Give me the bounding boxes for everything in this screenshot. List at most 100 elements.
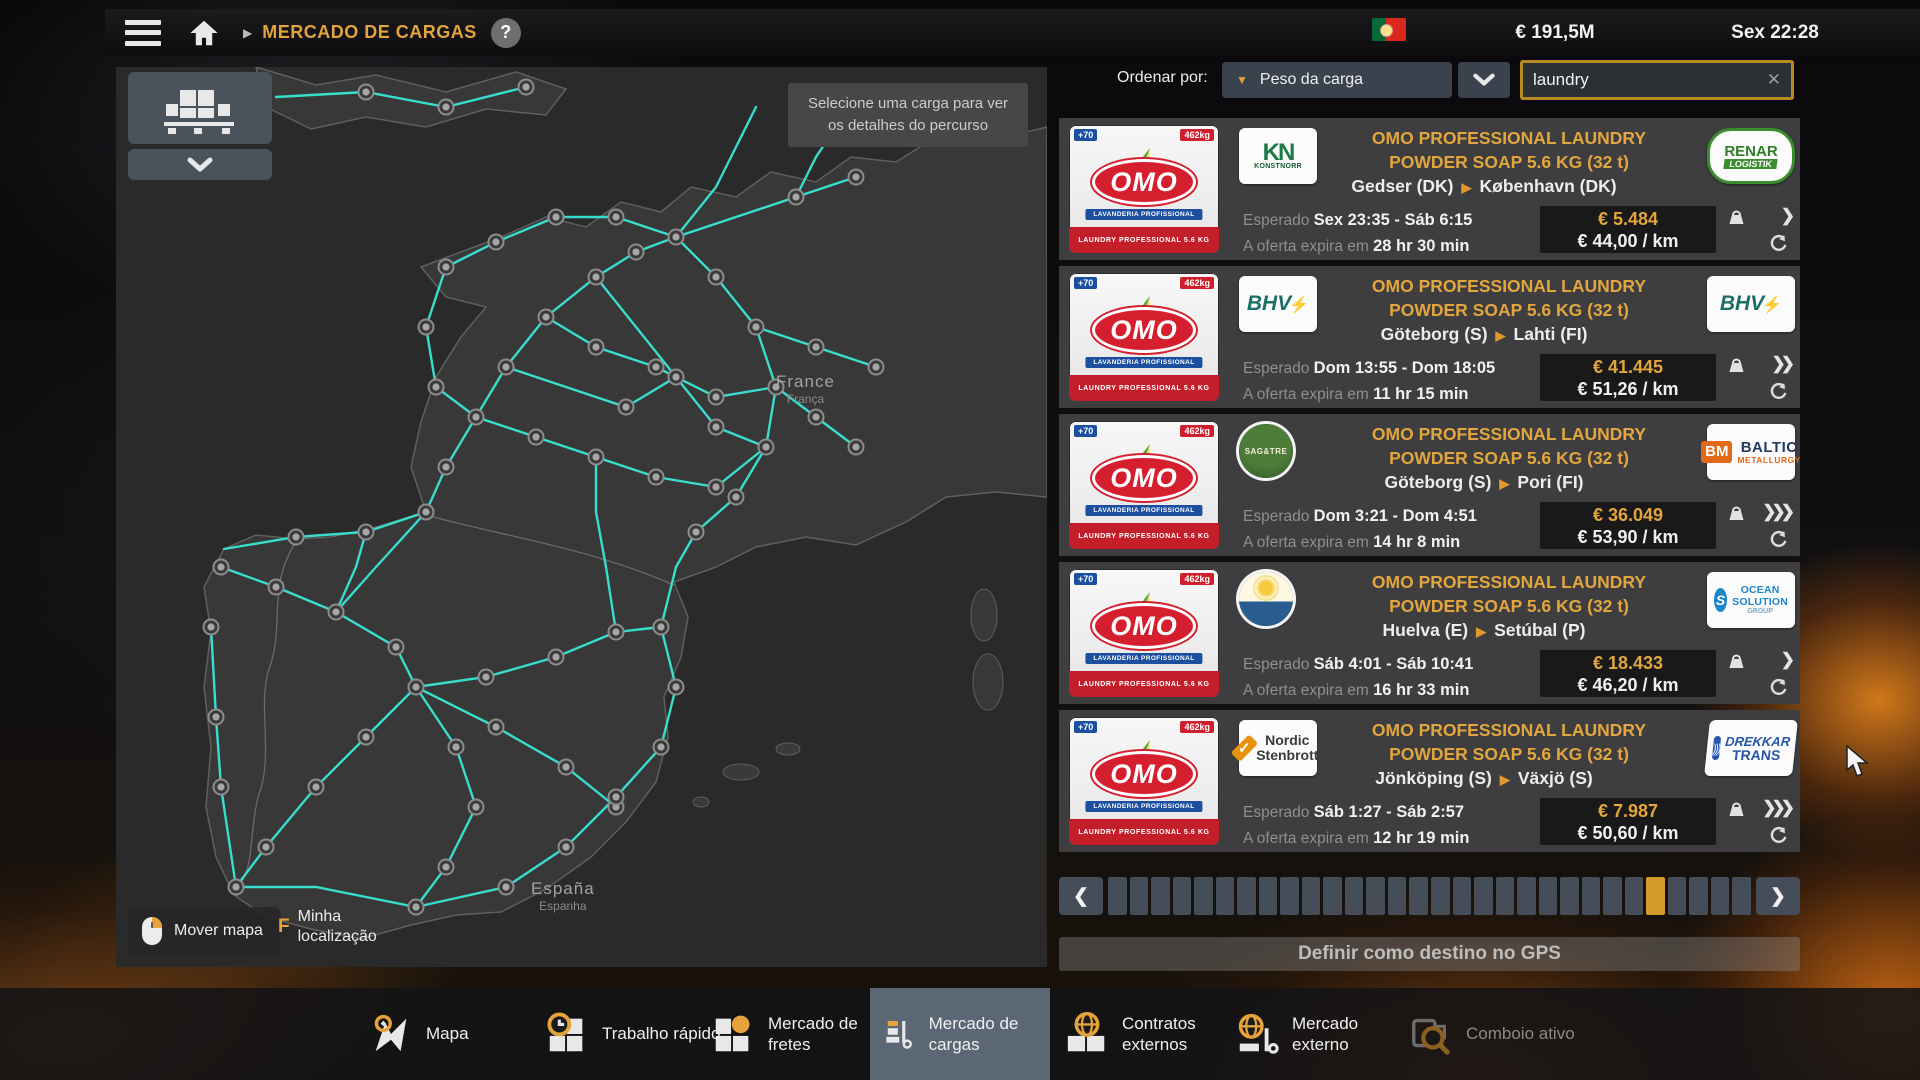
- page-segment[interactable]: [1237, 877, 1256, 915]
- page-title: MERCADO DE CARGAS: [262, 22, 477, 43]
- omo-logo: OMO: [1092, 159, 1196, 205]
- urgency-chevrons-icon: ❯: [1746, 206, 1790, 226]
- cargo-price-per-km: € 44,00 / km: [1540, 231, 1716, 253]
- search-input[interactable]: [1523, 70, 1767, 90]
- page-segment[interactable]: [1323, 877, 1342, 915]
- page-segment[interactable]: [1130, 877, 1149, 915]
- page-segment[interactable]: [1560, 877, 1579, 915]
- page-segment[interactable]: [1173, 877, 1192, 915]
- page-segment[interactable]: [1668, 877, 1687, 915]
- page-segments[interactable]: [1108, 877, 1751, 915]
- sort-expand-button[interactable]: [1458, 62, 1510, 98]
- page-segment-active[interactable]: [1646, 877, 1665, 915]
- cargo-offer-row[interactable]: +70 462kg OMO LAVANDERIA PROFISSIONAL LA…: [1059, 414, 1800, 556]
- cargo-route: Göteborg (S)▶Pori (FI): [1269, 472, 1699, 493]
- page-segment[interactable]: [1539, 877, 1558, 915]
- page-segment[interactable]: [1366, 877, 1385, 915]
- urgency-chevrons-icon: ❯❯❯: [1746, 798, 1790, 818]
- route-map[interactable]: France França España Espanha Selecione u…: [116, 67, 1047, 967]
- sort-dropdown[interactable]: ▼ Peso da carga: [1222, 62, 1452, 98]
- page-segment[interactable]: [1431, 877, 1450, 915]
- pallet-jack-icon: [882, 1011, 917, 1057]
- cargo-price-per-km: € 51,26 / km: [1540, 379, 1716, 401]
- cargo-route: Gedser (DK)▶København (DK): [1269, 176, 1699, 197]
- weight-icon: [1728, 800, 1745, 823]
- urgency-chevrons-icon: ❯❯❯: [1746, 502, 1790, 522]
- cargo-route: Jönköping (S)▶Växjö (S): [1269, 768, 1699, 789]
- page-segment[interactable]: [1689, 877, 1708, 915]
- cargo-flags: ❯❯❯: [1722, 502, 1792, 552]
- page-segment[interactable]: [1194, 877, 1213, 915]
- page-segment[interactable]: [1409, 877, 1428, 915]
- cargo-view-button[interactable]: [128, 72, 272, 144]
- cargo-times: Esperado Dom 13:55 - Dom 18:05 A oferta …: [1243, 356, 1495, 407]
- clear-search-icon[interactable]: ✕: [1767, 70, 1791, 90]
- cargo-title: OMO PROFESSIONAL LAUNDRYPOWDER SOAP 5.6 …: [1314, 127, 1704, 174]
- move-map-control[interactable]: Mover mapa: [128, 907, 281, 955]
- nav-map[interactable]: Mapa: [356, 988, 481, 1080]
- page-segment[interactable]: [1151, 877, 1170, 915]
- page-segment[interactable]: [1216, 877, 1235, 915]
- cargo-price: € 36.049: [1540, 504, 1716, 527]
- page-segment[interactable]: [1280, 877, 1299, 915]
- mouse-icon: [140, 915, 164, 947]
- cargo-times: Esperado Sáb 1:27 - Sáb 2:57 A oferta ex…: [1243, 800, 1469, 851]
- omo-logo: OMO: [1092, 307, 1196, 353]
- cargo-offer-row[interactable]: +70 462kg OMO LAVANDERIA PROFISSIONAL LA…: [1059, 118, 1800, 260]
- nav-external-market[interactable]: Mercado externo: [1222, 988, 1424, 1080]
- page-segment[interactable]: [1474, 877, 1493, 915]
- cargo-title: OMO PROFESSIONAL LAUNDRYPOWDER SOAP 5.6 …: [1314, 423, 1704, 470]
- page-segment[interactable]: [1108, 877, 1127, 915]
- cargo-product-image: +70 462kg OMO LAVANDERIA PROFISSIONAL LA…: [1064, 566, 1224, 700]
- page-next-button[interactable]: ❯: [1756, 877, 1800, 915]
- page-segment[interactable]: [1496, 877, 1515, 915]
- cargo-offer-row[interactable]: +70 462kg OMO LAVANDERIA PROFISSIONAL LA…: [1059, 710, 1800, 852]
- help-icon[interactable]: ?: [491, 18, 521, 48]
- circular-arrow-icon: [1769, 530, 1788, 554]
- page-segment[interactable]: [1453, 877, 1472, 915]
- circular-arrow-icon: [1769, 826, 1788, 850]
- page-segment[interactable]: [1302, 877, 1321, 915]
- cargo-offer-row[interactable]: +70 462kg OMO LAVANDERIA PROFISSIONAL LA…: [1059, 562, 1800, 704]
- recipient-logo: )))DREKKARTRANS: [1704, 720, 1798, 776]
- route-arrow-icon: ▶: [1468, 624, 1494, 639]
- my-location-control[interactable]: F Minha localização: [278, 907, 394, 947]
- globe-pallet-icon: [1234, 1011, 1280, 1057]
- page-segment[interactable]: [1582, 877, 1601, 915]
- player-money: € 191,5M: [1445, 22, 1665, 44]
- omo-logo: OMO: [1092, 751, 1196, 797]
- sort-triangle-icon: ▼: [1236, 73, 1248, 87]
- clock-grid-icon: [544, 1011, 590, 1057]
- urgency-chevrons-icon: ❯❯: [1746, 354, 1790, 374]
- bottom-nav: Mapa Trabalho rápido Mercado de fretes: [0, 988, 1920, 1080]
- set-gps-destination-button[interactable]: Definir como destino no GPS: [1059, 937, 1800, 971]
- page-prev-button[interactable]: ❮: [1059, 877, 1103, 915]
- page-segment[interactable]: [1388, 877, 1407, 915]
- weight-icon: [1728, 504, 1745, 527]
- page-segment[interactable]: [1711, 877, 1730, 915]
- page-segment[interactable]: [1732, 877, 1751, 915]
- nav-active-convoy[interactable]: Comboio ativo: [1396, 988, 1587, 1080]
- pagination: ❮ ❯: [1059, 877, 1800, 915]
- top-bar: ▶ MERCADO DE CARGAS ? € 191,5M Sex 22:28: [105, 9, 1920, 56]
- collapse-panel-button[interactable]: [128, 149, 272, 180]
- cargo-offer-row[interactable]: +70 462kg OMO LAVANDERIA PROFISSIONAL LA…: [1059, 266, 1800, 408]
- nav-cargo-market[interactable]: Mercado de cargas: [870, 988, 1050, 1080]
- page-segment[interactable]: [1603, 877, 1622, 915]
- home-icon[interactable]: [187, 18, 221, 48]
- cargo-title: OMO PROFESSIONAL LAUNDRYPOWDER SOAP 5.6 …: [1314, 719, 1704, 766]
- cargo-search-box[interactable]: ✕: [1520, 60, 1794, 100]
- page-segment[interactable]: [1345, 877, 1364, 915]
- page-segment[interactable]: [1625, 877, 1644, 915]
- menu-icon[interactable]: [125, 20, 161, 46]
- route-arrow-icon: ▶: [1492, 772, 1518, 787]
- recipient-logo: BMBALTICMETALLURGY: [1707, 424, 1795, 480]
- cargo-price: € 7.987: [1540, 800, 1716, 823]
- cargo-price-box: € 7.987 € 50,60 / km: [1540, 798, 1716, 845]
- breadcrumb-arrow-icon: ▶: [243, 26, 252, 40]
- page-segment[interactable]: [1517, 877, 1536, 915]
- chevron-down-icon: [186, 157, 214, 173]
- page-segment[interactable]: [1259, 877, 1278, 915]
- cargo-flags: ❯❯❯: [1722, 798, 1792, 848]
- circular-arrow-icon: [1769, 382, 1788, 406]
